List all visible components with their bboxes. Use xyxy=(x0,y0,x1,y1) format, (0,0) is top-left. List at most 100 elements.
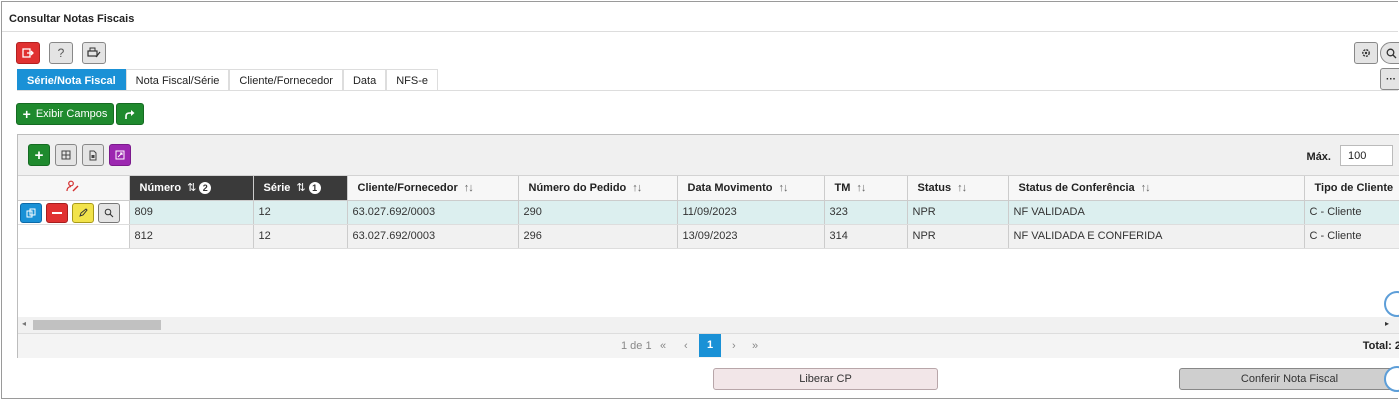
cell-status: NPR xyxy=(907,224,1009,249)
sort-icon: ↑↓ xyxy=(463,181,474,194)
sort-icon: ↑↓ xyxy=(632,181,642,194)
conferir-nota-fiscal-button[interactable]: Conferir Nota Fiscal xyxy=(1179,368,1399,390)
grid-layout-button[interactable] xyxy=(55,144,77,166)
plus-icon: + xyxy=(22,106,31,122)
data-grid: + Máx. Número⇅2 xyxy=(17,134,1399,358)
gear-icon xyxy=(1362,49,1370,57)
cell-pedido: 296 xyxy=(518,224,678,249)
tab-data[interactable]: Data xyxy=(342,69,387,91)
grid-icon xyxy=(61,150,71,160)
table-header-row: Número ⇅ 2 Série ⇅ 1 Cliente/Fornecedor ↑↓ Nú… xyxy=(18,176,1399,201)
exit-icon xyxy=(22,48,34,58)
sort-icon: ⇅ xyxy=(296,182,305,195)
export-button[interactable] xyxy=(82,144,104,166)
delete-button[interactable] xyxy=(46,202,68,223)
column-header-data-movimento[interactable]: Data Movimento ↑↓ xyxy=(677,176,825,201)
column-label: Cliente/Fornecedor xyxy=(357,181,458,194)
search-button[interactable] xyxy=(1380,42,1399,64)
print-button[interactable] xyxy=(82,42,106,64)
title-bar: Consultar Notas Fiscais xyxy=(2,2,1398,32)
cell-numero: 812 xyxy=(129,224,254,249)
sort-icon: ↑↓ xyxy=(957,181,967,194)
column-label: Tipo de Cliente xyxy=(1314,181,1394,194)
expand-button[interactable] xyxy=(109,144,131,166)
tab-serie-nota-fiscal[interactable]: Série/Nota Fiscal xyxy=(17,69,126,91)
cell-serie: 12 xyxy=(253,224,348,249)
column-header-cliente-fornecedor[interactable]: Cliente/Fornecedor ↑↓ xyxy=(347,176,519,201)
print-icon xyxy=(87,47,101,58)
scrollbar-thumb[interactable] xyxy=(33,320,161,330)
page-title: Consultar Notas Fiscais xyxy=(9,13,135,25)
column-header-tm[interactable]: TM ↑↓ xyxy=(824,176,908,201)
cell-data: 11/09/2023 xyxy=(677,200,825,225)
expand-icon xyxy=(115,150,125,160)
cell-conferencia: NF VALIDADA xyxy=(1008,200,1305,225)
tab-cliente-fornecedor[interactable]: Cliente/Fornecedor xyxy=(229,69,343,91)
results-table: Número ⇅ 2 Série ⇅ 1 Cliente/Fornecedor ↑↓ Nú… xyxy=(18,176,1399,249)
exibir-campos-button[interactable]: + Exibir Campos xyxy=(16,103,114,125)
sort-icon: ↑↓ xyxy=(856,181,866,194)
document-icon xyxy=(89,150,97,160)
cell-serie: 12 xyxy=(253,200,348,225)
column-header-tipo-cliente[interactable]: Tipo de Cliente↑↓ xyxy=(1304,176,1399,201)
settings-button[interactable] xyxy=(1354,42,1378,64)
tab-nota-fiscal-serie[interactable]: Nota Fiscal/Série xyxy=(125,69,230,91)
column-label: Status xyxy=(917,181,952,194)
tab-bar: Série/Nota Fiscal Nota Fiscal/Série Clie… xyxy=(17,69,439,91)
max-records-input[interactable] xyxy=(1340,145,1393,166)
page-1-button[interactable]: 1 xyxy=(699,334,721,357)
column-header-numero-pedido[interactable]: Número do Pedido ↑↓ xyxy=(518,176,678,201)
cell-data: 13/09/2023 xyxy=(677,224,825,249)
actions-header xyxy=(18,176,130,201)
column-label: Data Movimento xyxy=(687,181,773,194)
row-actions xyxy=(18,224,130,249)
first-page-button[interactable]: « xyxy=(660,340,666,352)
liberar-cp-button[interactable]: Liberar CP xyxy=(713,368,938,390)
sort-icon: ↑↓ xyxy=(778,181,788,194)
grid-toolbar: + Máx. xyxy=(18,135,1399,176)
column-header-serie[interactable]: Série ⇅ 1 xyxy=(253,176,348,201)
sort-icon: ⇅ xyxy=(187,182,196,195)
exit-button[interactable] xyxy=(16,42,40,64)
share-button[interactable] xyxy=(116,103,144,125)
search-icon xyxy=(104,208,114,217)
copy-button[interactable] xyxy=(20,202,42,223)
sort-order-badge: 2 xyxy=(199,182,212,195)
cell-conferencia: NF VALIDADA E CONFERIDA xyxy=(1008,224,1305,249)
scroll-right-icon[interactable]: ▸ xyxy=(1385,319,1389,328)
column-header-status[interactable]: Status ↑↓ xyxy=(907,176,1009,201)
column-label: Status de Conferência xyxy=(1018,181,1135,194)
cell-pedido: 290 xyxy=(518,200,678,225)
sort-icon: ↑↓ xyxy=(1140,181,1151,194)
help-icon: ? xyxy=(57,46,65,60)
sort-order-badge: 1 xyxy=(308,182,321,195)
cell-tm: 323 xyxy=(824,200,908,225)
table-row[interactable]: 809 12 63.027.692/0003 290 11/09/2023 32… xyxy=(18,200,1399,225)
total-count: Total: 2 xyxy=(1362,340,1399,352)
main-window: Consultar Notas Fiscais ? ··· Série/Nota… xyxy=(1,1,1399,399)
horizontal-scrollbar[interactable]: ◂ ▸ xyxy=(18,317,1399,333)
last-page-button[interactable]: » xyxy=(752,340,758,352)
cell-tm: 314 xyxy=(824,224,908,249)
next-page-button[interactable]: › xyxy=(732,340,736,352)
tabs-divider xyxy=(17,90,1398,91)
table-row[interactable]: 812 12 63.027.692/0003 296 13/09/2023 31… xyxy=(18,224,1399,249)
plus-icon: + xyxy=(34,146,44,164)
page-info: 1 de 1 xyxy=(621,340,652,352)
minus-icon xyxy=(52,211,62,214)
column-header-status-conferencia[interactable]: Status de Conferência ↑↓ xyxy=(1008,176,1305,201)
help-button[interactable]: ? xyxy=(49,42,73,64)
row-actions xyxy=(18,200,130,225)
edit-button[interactable] xyxy=(72,202,94,223)
scroll-left-icon[interactable]: ◂ xyxy=(22,319,26,328)
cell-cliente: 63.027.692/0003 xyxy=(347,200,519,225)
add-row-button[interactable]: + xyxy=(28,144,50,166)
share-arrow-icon xyxy=(125,109,135,119)
view-button[interactable] xyxy=(98,202,120,223)
column-label: TM xyxy=(834,181,851,194)
cell-tipo: C - Cliente xyxy=(1304,200,1399,225)
tab-nfs-e[interactable]: NFS-e xyxy=(386,69,439,91)
column-header-numero[interactable]: Número ⇅ 2 xyxy=(129,176,254,201)
prev-page-button[interactable]: ‹ xyxy=(684,340,688,352)
more-button[interactable]: ··· xyxy=(1380,68,1399,90)
